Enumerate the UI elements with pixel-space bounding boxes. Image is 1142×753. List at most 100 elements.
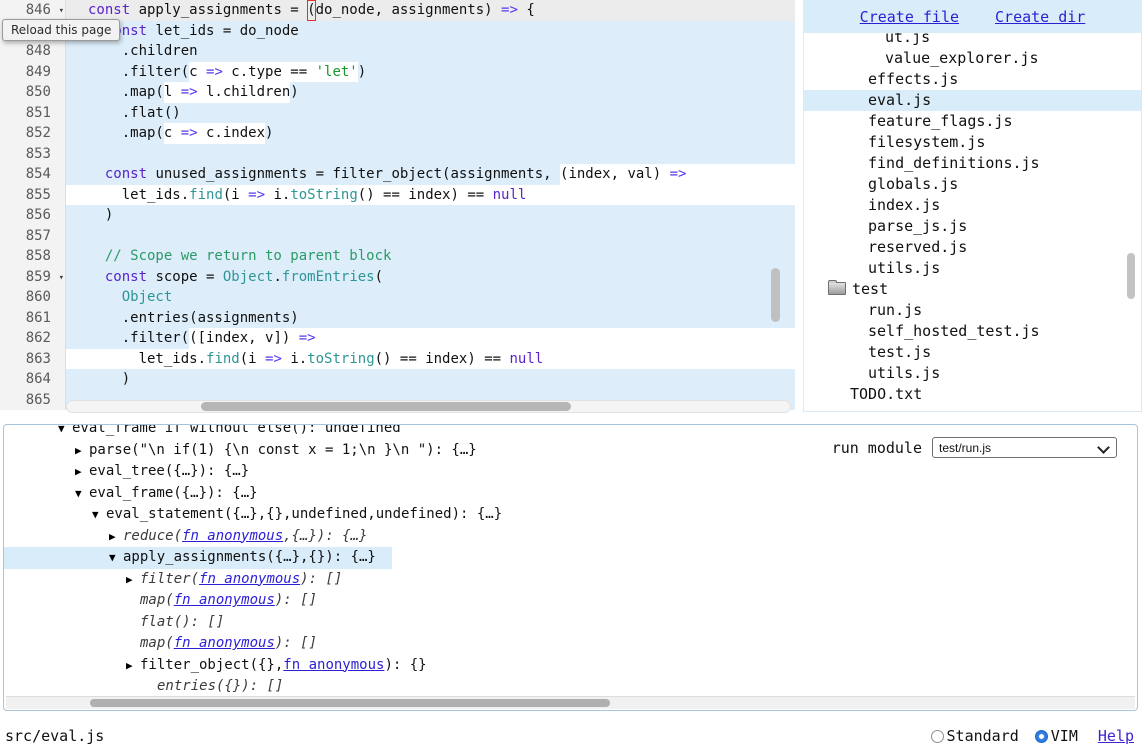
expand-icon[interactable]: ▶ <box>109 526 123 548</box>
code-text[interactable]: .entries(assignments) <box>66 308 795 329</box>
code-line[interactable]: 861 .entries(assignments) <box>0 308 795 329</box>
create-dir-link[interactable]: Create dir <box>995 8 1085 26</box>
radio-standard[interactable] <box>931 730 944 743</box>
file-item[interactable]: find_definitions.js <box>804 153 1141 174</box>
expand-icon[interactable]: ▶ <box>75 440 89 462</box>
call-tree-row[interactable]: ▶parse("\n if(1) {\n const x = 1;\n }\n … <box>4 440 493 462</box>
collapse-icon[interactable]: ▼ <box>75 483 89 505</box>
file-item[interactable]: filesystem.js <box>804 132 1141 153</box>
file-tree[interactable]: ut.jsvalue_explorer.jseffects.jseval.jsf… <box>803 33 1142 412</box>
code-line[interactable]: 854 const unused_assignments = filter_ob… <box>0 164 795 185</box>
code-text[interactable]: .flat() <box>66 103 795 124</box>
call-tree-row[interactable]: flat(): [] <box>4 612 240 634</box>
code-line[interactable]: 858 // Scope we return to parent block <box>0 246 795 267</box>
code-line[interactable]: 859▾ const scope = Object.fromEntries( <box>0 267 795 288</box>
file-item[interactable]: run.js <box>804 300 1141 321</box>
call-tree-row[interactable]: ▶eval_tree({…}): {…} <box>4 461 265 483</box>
radio-standard-label[interactable]: Standard <box>947 727 1019 745</box>
call-tree-row[interactable]: ▼apply_assignments({…},{}): {…} <box>4 547 392 569</box>
code-line[interactable]: 860 Object <box>0 287 795 308</box>
fold-marker-icon[interactable]: ▾ <box>59 268 64 289</box>
file-panel-scrollbar-thumb[interactable] <box>1127 253 1135 299</box>
code-line[interactable]: 853 <box>0 144 795 165</box>
editor-horizontal-scrollbar[interactable] <box>66 400 791 413</box>
code-line[interactable]: 857 <box>0 226 795 247</box>
code-text[interactable]: let_ids.find(i => i.toString() == index)… <box>66 349 795 370</box>
code-token: () == index) == <box>375 349 510 370</box>
code-line[interactable]: 852 .map(c => c.index) <box>0 123 795 144</box>
call-tree-horizontal-scrollbar[interactable] <box>6 696 1135 709</box>
code-line[interactable]: 849 .filter(c => c.type == 'let') <box>0 62 795 83</box>
code-text[interactable]: .map(l => l.children) <box>66 82 795 103</box>
code-text[interactable]: .children <box>66 41 795 62</box>
code-text[interactable]: const apply_assignments = (do_node, assi… <box>66 0 795 21</box>
editor-horizontal-scrollbar-thumb[interactable] <box>201 402 571 411</box>
file-item[interactable]: self_hosted_test.js <box>804 321 1141 342</box>
code-line[interactable]: 864 ) <box>0 369 795 390</box>
file-item[interactable]: eval.js <box>804 90 1141 111</box>
file-item[interactable]: effects.js <box>804 69 1141 90</box>
code-line[interactable]: 846▾const apply_assignments = (do_node, … <box>0 0 795 21</box>
editor-vertical-scrollbar-thumb[interactable] <box>771 268 780 322</box>
code-line[interactable]: 848 .children <box>0 41 795 62</box>
code-text[interactable]: let_ids.find(i => i.toString() == index)… <box>66 185 795 206</box>
dir-item[interactable]: test <box>804 279 1141 300</box>
call-tree-row[interactable]: ▶filter(fn anonymous): [] <box>4 569 358 591</box>
run-module-select[interactable]: test/run.js <box>932 437 1117 458</box>
fn-anonymous-link[interactable]: fn anonymous <box>174 635 275 651</box>
call-tree-row[interactable]: map(fn anonymous): [] <box>4 590 333 612</box>
call-tree-row[interactable]: map(fn anonymous): [] <box>4 633 333 655</box>
code-line[interactable]: 856 ) <box>0 205 795 226</box>
expand-icon[interactable]: ▶ <box>75 461 89 483</box>
code-text[interactable]: .map(c => c.index) <box>66 123 795 144</box>
code-text[interactable]: .filter(c => c.type == 'let') <box>66 62 795 83</box>
radio-vim-label[interactable]: VIM <box>1051 727 1078 745</box>
call-tree-row[interactable]: ▼eval_frame if without else(): undefined <box>4 424 417 440</box>
code-text[interactable]: const unused_assignments = filter_object… <box>66 164 795 185</box>
fn-anonymous-link[interactable]: fn anonymous <box>182 528 283 544</box>
collapse-icon[interactable]: ▼ <box>58 424 72 440</box>
file-item[interactable]: reserved.js <box>804 237 1141 258</box>
file-item[interactable]: test.js <box>804 342 1141 363</box>
code-line[interactable]: 851 .flat() <box>0 103 795 124</box>
call-tree-horizontal-scrollbar-thumb[interactable] <box>90 699 610 707</box>
expand-icon[interactable]: ▶ <box>126 569 140 591</box>
file-item[interactable]: value_explorer.js <box>804 48 1141 69</box>
file-item[interactable]: globals.js <box>804 174 1141 195</box>
file-item[interactable]: utils.js <box>804 363 1141 384</box>
fn-anonymous-link[interactable]: fn anonymous <box>174 592 275 608</box>
code-line[interactable]: 862 .filter(([index, v]) => <box>0 328 795 349</box>
code-text[interactable]: const scope = Object.fromEntries( <box>66 267 795 288</box>
code-text[interactable]: Object <box>66 287 795 308</box>
call-tree-row[interactable]: ▼eval_statement({…},{},undefined,undefin… <box>4 504 518 526</box>
code-text[interactable]: ) <box>66 369 795 390</box>
create-file-link[interactable]: Create file <box>860 8 959 26</box>
fn-anonymous-link[interactable]: fn anonymous <box>199 571 300 587</box>
call-tree-row[interactable]: entries({}): [] <box>4 676 299 698</box>
radio-vim[interactable] <box>1035 730 1048 743</box>
code-line[interactable]: 850 .map(l => l.children) <box>0 82 795 103</box>
call-tree-row[interactable]: ▶filter_object({},fn anonymous): {} <box>4 655 443 677</box>
code-text[interactable]: .filter(([index, v]) => <box>66 328 795 349</box>
code-text[interactable] <box>66 144 795 165</box>
file-item[interactable]: feature_flags.js <box>804 111 1141 132</box>
code-text[interactable] <box>66 226 795 247</box>
code-line[interactable]: 855 let_ids.find(i => i.toString() == in… <box>0 185 795 206</box>
code-text[interactable]: ) <box>66 205 795 226</box>
expand-icon[interactable]: ▶ <box>126 655 140 677</box>
collapse-icon[interactable]: ▼ <box>92 504 106 526</box>
code-text[interactable]: // Scope we return to parent block <box>66 246 795 267</box>
code-line[interactable]: 863 let_ids.find(i => i.toString() == in… <box>0 349 795 370</box>
file-item[interactable]: parse_js.js <box>804 216 1141 237</box>
call-tree-row[interactable]: ▼eval_frame({…}): {…} <box>4 483 274 505</box>
call-tree-row[interactable]: ▶reduce(fn anonymous,{…}): {…} <box>4 526 383 548</box>
file-item[interactable]: utils.js <box>804 258 1141 279</box>
help-link[interactable]: Help <box>1098 727 1134 745</box>
collapse-icon[interactable]: ▼ <box>109 547 123 569</box>
fn-anonymous-link[interactable]: fn anonymous <box>283 657 384 673</box>
file-item[interactable]: ut.js <box>804 33 1141 48</box>
file-item[interactable]: TODO.txt <box>804 384 1141 405</box>
file-item[interactable]: index.js <box>804 195 1141 216</box>
code-text[interactable]: const let_ids = do_node <box>66 21 795 42</box>
code-editor[interactable]: 846▾const apply_assignments = (do_node, … <box>0 0 795 418</box>
